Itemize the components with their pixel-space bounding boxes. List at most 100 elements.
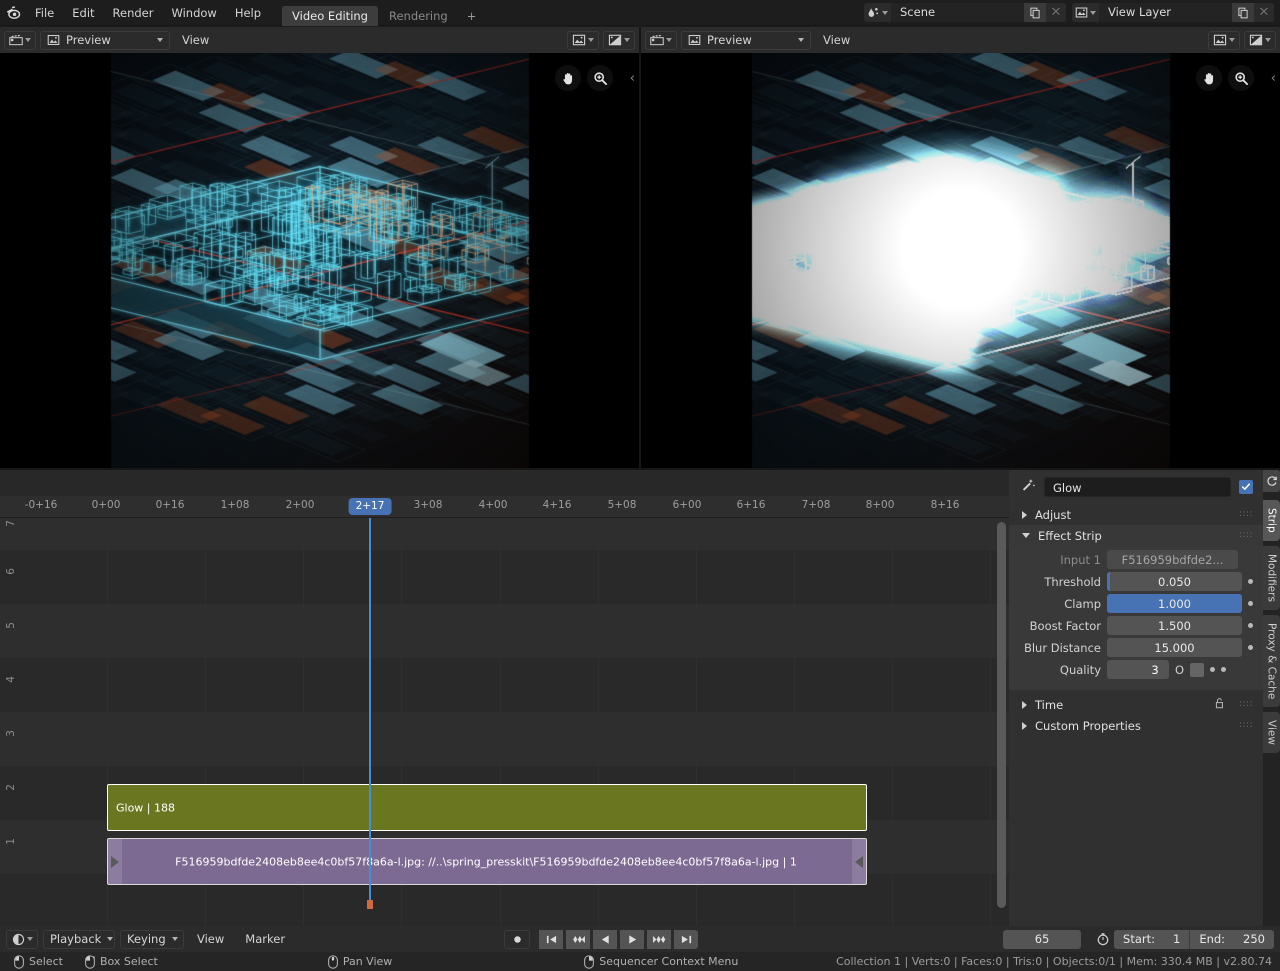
editor-type-button[interactable]: [645, 31, 677, 50]
next-keyframe-icon[interactable]: [647, 930, 671, 949]
boost-factor-field[interactable]: 1.500: [1107, 616, 1242, 635]
drag-grip-icon[interactable]: ::::: [1239, 701, 1253, 708]
timeline-menu-marker[interactable]: Marker: [237, 930, 293, 949]
preview-left-menu-view[interactable]: View: [174, 31, 217, 50]
record-keyframes-icon[interactable]: [504, 930, 530, 949]
strip-properties-sidebar[interactable]: Glow Adjust :::: Effect Strip :::: Input…: [1009, 470, 1263, 926]
menu-window[interactable]: Window: [162, 3, 225, 23]
channel-row-7[interactable]: 7: [0, 518, 1009, 550]
hand-icon[interactable]: [1196, 65, 1222, 91]
workspace-tab-video-editing[interactable]: Video Editing: [282, 6, 378, 26]
animate-property-dot-2[interactable]: [1221, 667, 1226, 672]
menu-edit[interactable]: Edit: [63, 3, 103, 23]
menu-help[interactable]: Help: [226, 3, 270, 23]
clamp-slider[interactable]: 1.000: [1107, 594, 1242, 613]
remove-view-layer-button[interactable]: ✕: [1254, 3, 1274, 22]
panel-adjust[interactable]: Adjust ::::: [1009, 504, 1263, 525]
quality-slider[interactable]: 3: [1107, 660, 1169, 679]
threshold-slider[interactable]: 0.050: [1107, 572, 1242, 591]
sidebar-tab-proxy-cache[interactable]: Proxy & Cache: [1263, 615, 1280, 707]
new-scene-button[interactable]: [1024, 3, 1046, 22]
panel-time[interactable]: Time ::::: [1009, 694, 1263, 715]
view-layer-icon[interactable]: [1072, 3, 1100, 22]
animate-property-dot[interactable]: [1210, 667, 1215, 672]
timer-icon[interactable]: [1092, 930, 1114, 949]
panel-custom-properties[interactable]: Custom Properties ::::: [1009, 715, 1263, 736]
new-view-layer-button[interactable]: [1232, 3, 1254, 22]
display-channels-icon[interactable]: [567, 31, 599, 50]
animate-property-dot[interactable]: [1248, 645, 1253, 650]
strip-handle-left[interactable]: [108, 839, 122, 884]
playhead-frame-badge[interactable]: 2+17: [349, 498, 392, 515]
channel-row-3[interactable]: 3: [0, 712, 1009, 766]
preview-right-menu-view[interactable]: View: [815, 31, 858, 50]
sequencer-ruler[interactable]: -0+16 0+00 0+16 1+08 2+00 3+08 4+00 4+16…: [0, 496, 1009, 518]
playback-dropdown[interactable]: Playback: [43, 930, 115, 949]
area-divider[interactable]: [639, 27, 641, 468]
menu-file[interactable]: File: [26, 3, 63, 23]
proxy-icon[interactable]: [1244, 31, 1276, 50]
scene-icon[interactable]: [864, 3, 892, 22]
menu-render[interactable]: Render: [104, 3, 163, 23]
open-sidebar-arrow-icon[interactable]: ‹: [1271, 71, 1276, 86]
playhead[interactable]: [369, 518, 371, 900]
sidebar-tab-strip-button[interactable]: Strip: [1263, 500, 1280, 541]
strip-image[interactable]: F516959bdfde2408eb8ee4c0bf57f8a6a-l.jpg:…: [107, 838, 867, 885]
blur-distance-field[interactable]: 15.000: [1107, 638, 1242, 657]
hand-icon[interactable]: [555, 65, 581, 91]
add-workspace-button[interactable]: +: [459, 6, 485, 26]
current-frame-field[interactable]: 65: [1003, 930, 1081, 949]
display-mode-dropdown[interactable]: Preview: [40, 31, 170, 50]
play-reverse-icon[interactable]: [593, 930, 617, 949]
frame-end-field[interactable]: End: 250: [1189, 930, 1274, 949]
jump-end-icon[interactable]: [674, 930, 698, 949]
panel-effect-strip[interactable]: Effect Strip ::::: [1009, 525, 1263, 546]
drag-grip-icon[interactable]: ::::: [1239, 511, 1253, 518]
sequencer-tracks[interactable]: 7 6 5 4 3 2 1: [0, 518, 1009, 971]
frame-start-field[interactable]: Start: 1: [1114, 930, 1189, 949]
timeline-editor-type-button[interactable]: [6, 930, 38, 949]
sidebar-tab-view[interactable]: View: [1263, 712, 1280, 753]
strip-name-field[interactable]: Glow: [1044, 477, 1231, 497]
keying-dropdown[interactable]: Keying: [120, 930, 184, 949]
strip-enabled-checkbox[interactable]: [1239, 480, 1253, 494]
only-boost-checkbox[interactable]: [1190, 663, 1204, 677]
blender-logo-icon[interactable]: [0, 0, 26, 26]
sidebar-tab-modifiers[interactable]: Modifiers: [1263, 546, 1280, 610]
zoom-icon[interactable]: [1228, 65, 1254, 91]
preview-left-viewport[interactable]: ‹: [0, 53, 639, 468]
strip-handle-right[interactable]: [852, 839, 866, 884]
sequencer-editor[interactable]: -0+16 0+00 0+16 1+08 2+00 3+08 4+00 4+16…: [0, 470, 1009, 926]
refresh-icon[interactable]: [1263, 470, 1280, 492]
vertical-scrollbar[interactable]: [997, 522, 1006, 908]
channel-row-4[interactable]: 4: [0, 658, 1009, 712]
proxy-icon[interactable]: [603, 31, 635, 50]
scene-name-field[interactable]: Scene: [892, 3, 1024, 22]
drag-grip-icon[interactable]: ::::: [1239, 722, 1253, 729]
open-sidebar-arrow-icon[interactable]: ‹: [630, 71, 635, 86]
channel-row-5[interactable]: 5: [0, 604, 1009, 658]
view-layer-name-field[interactable]: View Layer: [1100, 3, 1232, 22]
display-mode-dropdown[interactable]: Preview: [681, 31, 811, 50]
unlink-scene-button[interactable]: ✕: [1046, 3, 1066, 22]
preview-right-viewport[interactable]: ‹: [641, 53, 1280, 468]
display-channels-icon[interactable]: [1208, 31, 1240, 50]
jump-start-icon[interactable]: [539, 930, 563, 949]
workspace-tab-rendering[interactable]: Rendering: [379, 6, 458, 26]
zoom-icon[interactable]: [587, 65, 613, 91]
view-layer-selector[interactable]: View Layer ✕: [1072, 3, 1274, 22]
input1-field[interactable]: F516959bdfde2...: [1107, 550, 1238, 569]
scene-selector[interactable]: Scene ✕: [864, 3, 1066, 22]
editor-type-button[interactable]: [4, 31, 36, 50]
channel-row-6[interactable]: 6: [0, 550, 1009, 604]
play-icon[interactable]: [620, 930, 644, 949]
timeline-menu-view[interactable]: View: [189, 930, 232, 949]
strip-glow[interactable]: Glow | 188: [107, 784, 867, 831]
unlock-icon[interactable]: [1213, 697, 1225, 712]
animate-property-dot[interactable]: [1248, 601, 1253, 606]
playhead-marker[interactable]: [367, 900, 373, 909]
animate-property-dot[interactable]: [1248, 579, 1253, 584]
prev-keyframe-icon[interactable]: [566, 930, 590, 949]
drag-grip-icon[interactable]: ::::: [1239, 532, 1253, 539]
animate-property-dot[interactable]: [1248, 623, 1253, 628]
